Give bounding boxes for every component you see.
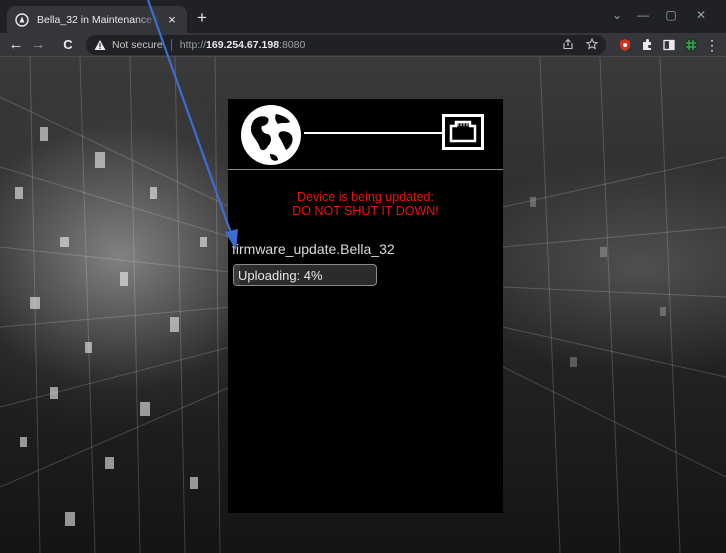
header-divider bbox=[228, 169, 503, 170]
forward-button[interactable]: → bbox=[28, 35, 48, 55]
browser-menu-icon[interactable]: ⋮ bbox=[702, 35, 722, 55]
url-scheme: http:// bbox=[179, 39, 207, 51]
tab-title: Bella_32 in Maintenance Mode bbox=[37, 13, 159, 26]
page-favicon-icon bbox=[15, 12, 29, 27]
globe-icon bbox=[241, 105, 301, 165]
firmware-file-name: firmware_update.Bella_32 bbox=[232, 241, 395, 257]
new-tab-button[interactable]: + bbox=[192, 8, 212, 28]
tab-close-icon[interactable]: × bbox=[165, 12, 179, 27]
omnibox-actions bbox=[562, 38, 598, 50]
browser-tab[interactable]: Bella_32 in Maintenance Mode × bbox=[7, 6, 187, 33]
page-viewport: Device is being updated: DO NOT SHUT IT … bbox=[0, 57, 726, 553]
star-icon[interactable] bbox=[586, 38, 598, 50]
warning-line-1: Device is being updated: bbox=[297, 190, 434, 204]
minimize-button[interactable]: — bbox=[630, 5, 656, 25]
maximize-button[interactable]: ▢ bbox=[658, 5, 684, 25]
url-port: :8080 bbox=[279, 39, 306, 51]
reload-button[interactable]: C bbox=[58, 35, 78, 55]
sidepanel-icon[interactable] bbox=[662, 38, 676, 52]
connection-line bbox=[304, 132, 442, 134]
extension-icon[interactable] bbox=[640, 38, 654, 52]
device-update-panel: Device is being updated: DO NOT SHUT IT … bbox=[228, 99, 503, 513]
tab-search-icon[interactable]: ⌄ bbox=[604, 5, 630, 25]
close-window-button[interactable]: ✕ bbox=[688, 5, 714, 25]
ethernet-port-icon bbox=[442, 114, 484, 150]
browser-tab-bar: Bella_32 in Maintenance Mode × + ⌄ — ▢ ✕ bbox=[0, 0, 726, 33]
url-host: 169.254.67.198 bbox=[206, 39, 280, 51]
browser-toolbar: ← → C Not secure http://169.254.67.198:8… bbox=[0, 33, 726, 57]
warning-triangle-icon bbox=[94, 40, 106, 50]
url-text[interactable]: http://169.254.67.198:8080 bbox=[180, 39, 306, 51]
upload-progress-bar: Uploading: 4% bbox=[233, 264, 377, 286]
warning-line-2: DO NOT SHUT IT DOWN! bbox=[292, 204, 439, 218]
back-button[interactable]: ← bbox=[6, 35, 26, 55]
share-icon[interactable] bbox=[562, 38, 574, 50]
profile-avatar-icon[interactable] bbox=[684, 38, 698, 52]
security-status[interactable]: Not secure bbox=[112, 39, 163, 51]
upload-progress-label: Uploading: 4% bbox=[238, 268, 323, 283]
omnibox-divider bbox=[170, 39, 172, 51]
address-bar[interactable]: Not secure http://169.254.67.198:8080 bbox=[86, 35, 606, 55]
update-warning-message: Device is being updated: DO NOT SHUT IT … bbox=[228, 190, 503, 218]
connection-header bbox=[228, 99, 503, 169]
adblock-extension-icon[interactable] bbox=[618, 38, 632, 52]
